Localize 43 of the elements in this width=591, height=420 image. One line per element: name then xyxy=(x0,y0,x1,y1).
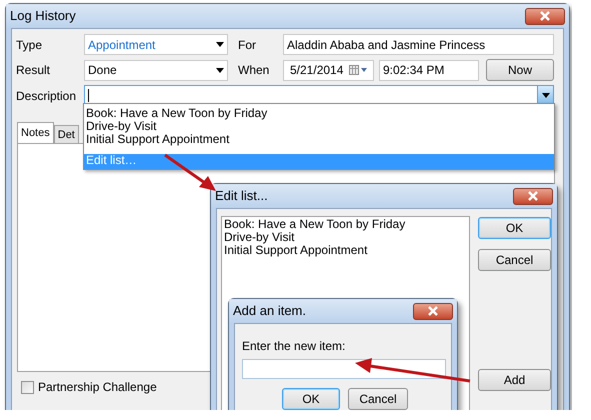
caret-icon xyxy=(542,93,550,98)
dropdown-item[interactable]: Drive-by Visit xyxy=(84,120,554,133)
dropdown-item[interactable]: Initial Support Appointment xyxy=(84,133,554,146)
close-button[interactable] xyxy=(513,188,553,204)
close-icon xyxy=(427,306,439,316)
arrow xyxy=(164,154,216,191)
checkbox-label: Partnership Challenge xyxy=(38,379,157,396)
dropdown[interactable]: Done xyxy=(84,60,228,80)
close-button[interactable] xyxy=(525,8,565,24)
input-field[interactable] xyxy=(242,359,446,379)
tab[interactable]: Notes xyxy=(17,122,54,143)
caret-icon xyxy=(216,68,224,72)
dialog-button[interactable]: Cancel xyxy=(478,249,551,271)
field-label: Description xyxy=(16,88,78,104)
window-title: Edit list... xyxy=(215,187,268,206)
close-button[interactable] xyxy=(413,302,453,320)
dropdown[interactable]: Appointment xyxy=(84,34,228,55)
window-title: Log History xyxy=(10,7,76,26)
window-title: Add an item. xyxy=(233,302,306,320)
field-label: Type xyxy=(16,36,44,54)
dialog-button[interactable]: Now xyxy=(486,59,554,81)
dialog-button[interactable]: OK xyxy=(478,217,551,239)
date-field[interactable]: 5/21/2014 xyxy=(283,60,374,80)
field-label: When xyxy=(237,62,270,79)
text-field[interactable]: Aladdin Ababa and Jasmine Princess xyxy=(283,34,554,55)
time-field[interactable]: 9:02:34 PM xyxy=(379,60,479,80)
checkbox[interactable] xyxy=(21,380,34,394)
close-icon xyxy=(539,11,551,21)
list-item[interactable]: Initial Support Appointment xyxy=(224,244,469,257)
prompt-label: Enter the new item: xyxy=(242,338,346,355)
text-cursor xyxy=(88,89,89,102)
close-icon xyxy=(527,191,539,201)
dropdown-item[interactable]: Book: Have a New Toon by Friday xyxy=(84,107,554,120)
field-label: Result xyxy=(16,62,52,79)
dialog-button[interactable]: Add xyxy=(478,369,551,391)
list-item[interactable]: Book: Have a New Toon by Friday xyxy=(224,218,469,231)
caret-icon xyxy=(216,42,224,47)
calendar-icon xyxy=(349,65,367,75)
dialog-button[interactable]: OK xyxy=(282,388,340,410)
field-label: For xyxy=(237,36,257,54)
tab[interactable]: Det xyxy=(54,125,79,143)
list-item[interactable]: Drive-by Visit xyxy=(224,231,469,244)
dialog-button[interactable]: Cancel xyxy=(348,388,408,410)
